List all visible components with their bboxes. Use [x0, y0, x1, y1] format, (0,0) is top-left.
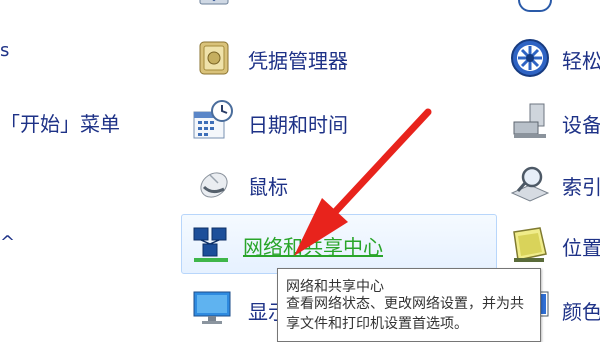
network-sharing-icon — [193, 227, 228, 262]
date-time-label: 日期和时间 — [248, 113, 348, 137]
network-sharing-item[interactable]: 网络和共享中心 — [181, 214, 497, 274]
location-icon — [513, 227, 547, 262]
devices-label: 设备 — [562, 113, 600, 137]
partial-icon — [199, 0, 229, 5]
left-item-cut-bottom[interactable]: ^ — [0, 232, 15, 253]
ease-of-access-label: 轻松 — [562, 49, 600, 73]
credential-manager-label: 凭据管理器 — [248, 49, 348, 73]
indexing-item[interactable]: 索引 — [500, 155, 600, 211]
indexing-label: 索引 — [562, 175, 600, 199]
start-menu-link[interactable]: 「开始」菜单 — [0, 100, 175, 156]
mouse-item[interactable]: 鼠标 — [186, 155, 486, 211]
left-column: s 「开始」菜单 ^ — [0, 0, 180, 340]
devices-icon — [513, 103, 546, 138]
start-menu-label: 「开始」菜单 — [0, 112, 120, 136]
location-label: 位置 — [562, 236, 600, 260]
color-label: 颜色 — [562, 300, 600, 324]
tooltip-description: 查看网络状态、更改网络设置，并为共享文件和打印机设置首选项。 — [286, 296, 524, 332]
indexing-icon — [510, 166, 550, 202]
display-icon — [193, 291, 231, 324]
mouse-label: 鼠标 — [248, 175, 288, 199]
credential-manager-item[interactable]: 凭据管理器 — [186, 30, 486, 86]
left-fragment-1: s — [0, 40, 10, 61]
ease-of-access-icon — [511, 39, 549, 77]
tooltip: 网络和共享中心 查看网络状态、更改网络设置，并为共享文件和打印机设置首选项。 — [277, 268, 541, 342]
date-time-icon — [193, 100, 233, 139]
top-partial-item[interactable] — [190, 0, 490, 12]
mouse-icon — [200, 172, 228, 198]
left-fragment-2: ^ — [0, 232, 16, 253]
date-time-item[interactable]: 日期和时间 — [186, 94, 486, 150]
network-sharing-label: 网络和共享中心 — [243, 235, 383, 259]
ease-of-access-item[interactable]: 轻松 — [500, 30, 600, 86]
devices-item[interactable]: 设备 — [500, 94, 600, 150]
credential-manager-icon — [199, 41, 229, 75]
right-partial-top — [518, 0, 552, 12]
location-item[interactable]: 位置 — [500, 216, 600, 272]
tooltip-title: 网络和共享中心 — [286, 279, 384, 295]
left-item-cut-top[interactable]: s — [0, 40, 10, 61]
